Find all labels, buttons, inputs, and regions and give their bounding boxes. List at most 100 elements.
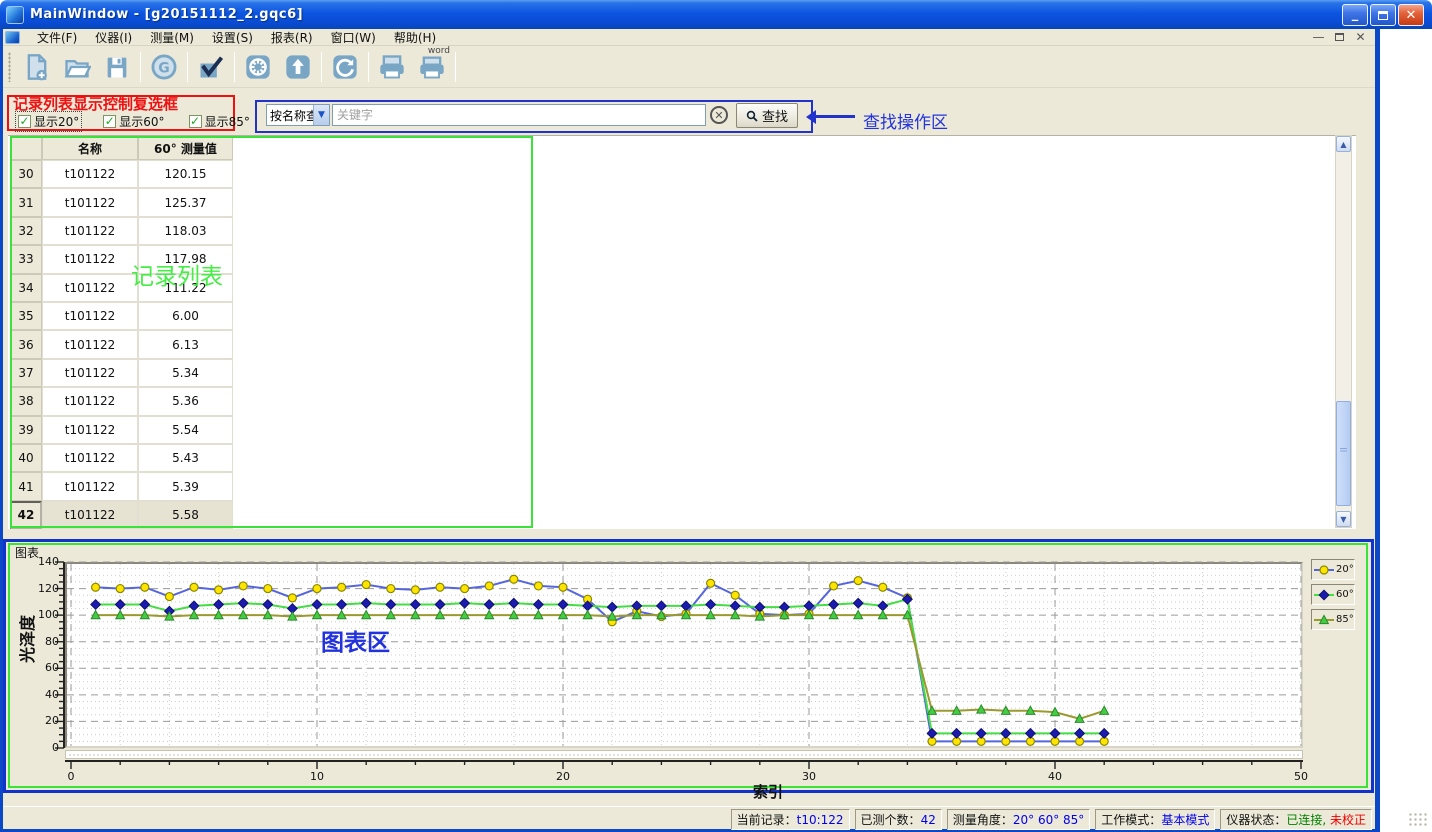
record-list-annotation-label: 记录列表 (131, 257, 223, 291)
status-label: 已测个数： (861, 813, 921, 827)
settings-gear-button[interactable] (238, 49, 278, 85)
status-panel: 已测个数：42 (855, 809, 942, 830)
legend-marker-icon (1314, 614, 1334, 626)
mdi-restore-button[interactable] (1331, 30, 1348, 44)
menu-item-s[interactable]: 设置(S) (203, 28, 262, 47)
status-value: 20° 60° 85° (1013, 813, 1084, 827)
svg-text:G: G (158, 60, 170, 76)
chart-x-axis-label: 索引 (753, 781, 783, 802)
resize-grip[interactable] (1408, 812, 1428, 828)
status-value: t10:122 (797, 813, 844, 827)
status-label: 当前记录： (737, 813, 797, 827)
close-button[interactable]: ✕ (1398, 4, 1424, 26)
status-panel: 当前记录：t10:122 (731, 809, 850, 830)
upload-button[interactable] (278, 49, 318, 85)
menu-item-r[interactable]: 报表(R) (262, 28, 322, 47)
x-tick-label: 20 (548, 770, 578, 783)
y-tick-label: 120 (25, 582, 59, 595)
toolbar-separator (368, 52, 369, 82)
upload-icon (284, 53, 312, 81)
measure-check-icon (197, 53, 225, 81)
x-tick-label: 50 (1286, 770, 1316, 783)
scroll-up-icon[interactable]: ▲ (1336, 136, 1351, 152)
word-tag-label: word (428, 46, 450, 56)
status-label: 测量角度： (953, 813, 1013, 827)
status-panel: 工作模式：基本模式 (1095, 809, 1215, 830)
application-window: MainWindow - [g20151112_2.gqc6] _ ✕ 文件(F… (0, 0, 1432, 832)
checkbox-check-icon[interactable]: ✓ (103, 115, 116, 128)
search-area-annotation-box (255, 100, 813, 133)
measure-check-button[interactable] (191, 49, 231, 85)
x-tick-label: 10 (302, 770, 332, 783)
legend-label: 20° (1336, 564, 1354, 575)
open-file-icon (63, 53, 91, 81)
mdi-minimize-button[interactable]: — (1310, 30, 1327, 44)
mdi-child-icon[interactable] (5, 31, 20, 44)
title-bar[interactable]: MainWindow - [g20151112_2.gqc6] _ ✕ (0, 0, 1432, 29)
app-icon[interactable] (6, 6, 24, 24)
gloss-meter-icon: G (150, 53, 178, 81)
checkbox-check-icon[interactable]: ✓ (18, 115, 31, 128)
toolbar-separator (187, 52, 188, 82)
status-panel: 测量角度：20° 60° 85° (947, 809, 1090, 830)
save-file-button[interactable] (97, 49, 137, 85)
maximize-button[interactable] (1370, 4, 1396, 26)
legend-item-85deg[interactable]: 85° (1311, 609, 1355, 630)
checkbox-check-icon[interactable]: ✓ (189, 115, 202, 128)
minimize-button[interactable]: _ (1342, 4, 1368, 26)
save-file-icon (103, 53, 131, 81)
status-label: 仪器状态： (1226, 813, 1286, 827)
table-vertical-scrollbar[interactable]: ▲ ▼ (1335, 135, 1352, 528)
menu-item-f[interactable]: 文件(F) (28, 28, 86, 47)
mdi-close-button[interactable]: ✕ (1352, 30, 1369, 44)
x-tick-label: 0 (56, 770, 86, 783)
scroll-down-icon[interactable]: ▼ (1336, 511, 1351, 527)
toolbar-separator (321, 52, 322, 82)
display-checkbox-60deg[interactable]: ✓显示60° (101, 112, 166, 131)
search-area-annotation-label: 查找操作区 (863, 108, 948, 133)
open-file-button[interactable] (57, 49, 97, 85)
toolbar-separator (234, 52, 235, 82)
chart-horizontal-scrollbar[interactable] (65, 750, 1303, 759)
print-button[interactable] (372, 49, 412, 85)
checkbox-label: 显示20° (34, 113, 79, 130)
x-tick-label: 40 (1040, 770, 1070, 783)
legend-item-60deg[interactable]: 60° (1311, 584, 1355, 605)
legend-marker-icon (1314, 564, 1334, 576)
checkbox-area-annotation-title: 记录列表显示控制复选框 (13, 93, 178, 114)
checkbox-label: 显示60° (119, 113, 164, 130)
display-checkbox-85deg[interactable]: ✓显示85° (187, 112, 252, 131)
menu-item-h[interactable]: 帮助(H) (385, 28, 445, 47)
toolbar-separator (140, 52, 141, 82)
gloss-meter-button[interactable]: G (144, 49, 184, 85)
legend-label: 85° (1336, 614, 1354, 625)
display-angle-checkboxes: ✓显示20°✓显示60°✓显示85° (16, 112, 252, 131)
display-checkbox-20deg[interactable]: ✓显示20° (16, 112, 81, 131)
chart-area-annotation-label: 图表区 (321, 623, 390, 657)
toolbar-grip[interactable] (8, 52, 11, 82)
new-file-icon (23, 53, 51, 81)
sync-icon (331, 53, 359, 81)
y-tick-label: 0 (25, 741, 59, 754)
print-icon (378, 53, 406, 81)
y-tick-label: 140 (25, 555, 59, 568)
legend-item-20deg[interactable]: 20° (1311, 559, 1355, 580)
status-value: 未校正 (1326, 813, 1366, 827)
menu-item-w[interactable]: 窗口(W) (322, 28, 385, 47)
status-value: 42 (921, 813, 936, 827)
checkbox-label: 显示85° (205, 113, 250, 130)
export-word-button[interactable]: word (412, 49, 452, 85)
legend-label: 60° (1336, 589, 1354, 600)
legend-marker-icon (1314, 589, 1334, 601)
status-value: 基本模式 (1161, 813, 1209, 827)
status-bar: 当前记录：t10:122已测个数：42测量角度：20° 60° 85°工作模式：… (3, 806, 1375, 829)
new-file-button[interactable] (17, 49, 57, 85)
table-scrollbar-thumb[interactable] (1336, 401, 1351, 506)
menu-item-m[interactable]: 测量(M) (141, 28, 203, 47)
status-label: 工作模式： (1101, 813, 1161, 827)
sync-button[interactable] (325, 49, 365, 85)
toolbar-separator (455, 52, 456, 82)
toolbar: Gword (3, 47, 1375, 88)
chart-plot-area[interactable] (65, 562, 1303, 748)
menu-item-i[interactable]: 仪器(I) (86, 28, 141, 47)
